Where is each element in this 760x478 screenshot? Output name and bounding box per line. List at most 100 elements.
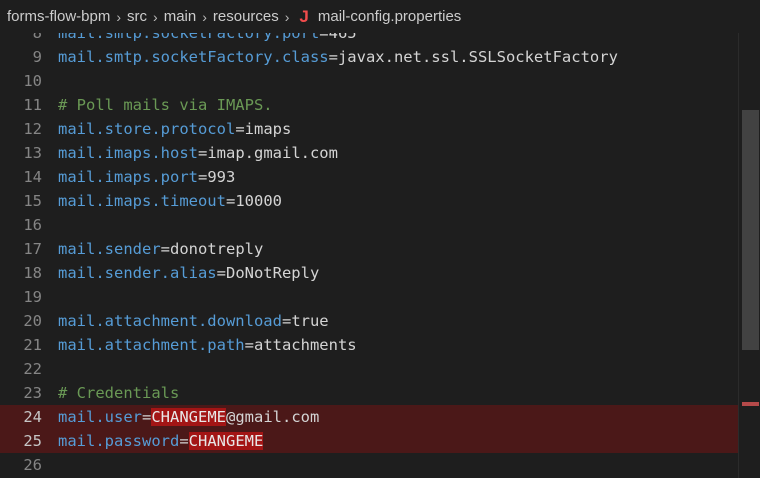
code-line[interactable]: 11 # Poll mails via IMAPS. <box>0 93 738 117</box>
code-line[interactable]: 26 <box>0 453 738 477</box>
comment-text: # Poll mails via IMAPS. <box>58 96 273 114</box>
line-number: 26 <box>23 456 42 474</box>
property-value: imaps <box>244 120 292 138</box>
equals-sign: = <box>160 240 170 258</box>
property-key: mail.password <box>58 432 180 450</box>
line-number: 19 <box>23 288 42 306</box>
property-key: mail.imaps.host <box>58 144 198 162</box>
property-value: 10000 <box>235 192 282 210</box>
equals-sign: = <box>179 432 189 450</box>
breadcrumb-segment-project[interactable]: forms-flow-bpm <box>7 8 110 25</box>
line-number: 25 <box>23 432 42 450</box>
property-value: javax.net.ssl.SSLSocketFactory <box>337 48 618 66</box>
property-value: donotreply <box>170 240 264 258</box>
line-code: mail.attachment.path=attachments <box>58 336 357 354</box>
scrollbar-thumb[interactable] <box>742 110 759 350</box>
line-code: mail.user=CHANGEME@gmail.com <box>58 408 319 426</box>
equals-sign: = <box>244 336 254 354</box>
code-line[interactable]: 22 <box>0 357 738 381</box>
line-number: 18 <box>23 264 42 282</box>
property-key: mail.user <box>58 408 142 426</box>
highlighted-value: CHANGEME <box>151 408 226 426</box>
code-line[interactable]: 13 mail.imaps.host=imap.gmail.com <box>0 141 738 165</box>
line-code: mail.store.protocol=imaps <box>58 120 291 138</box>
line-code: mail.imaps.host=imap.gmail.com <box>58 144 338 162</box>
chevron-right-icon: › <box>284 8 290 25</box>
line-code: mail.sender=donotreply <box>58 240 263 258</box>
line-number: 24 <box>23 408 42 426</box>
line-code: # Poll mails via IMAPS. <box>58 96 273 114</box>
chevron-right-icon: › <box>202 8 207 25</box>
code-line[interactable]: 10 <box>0 69 738 93</box>
equals-sign: = <box>142 408 152 426</box>
equals-sign: = <box>328 48 338 66</box>
code-line[interactable]: 25 mail.password=CHANGEME <box>0 429 738 453</box>
vertical-scrollbar[interactable] <box>738 0 760 478</box>
property-key: mail.attachment.download <box>58 312 282 330</box>
equals-sign: = <box>216 264 226 282</box>
line-code: mail.imaps.port=993 <box>58 168 235 186</box>
line-number: 23 <box>23 384 42 402</box>
property-value: attachments <box>253 336 357 354</box>
code-line[interactable]: 12 mail.store.protocol=imaps <box>0 117 738 141</box>
code-line[interactable]: 16 <box>0 213 738 237</box>
comment-text: # Credentials <box>58 384 180 402</box>
line-code: mail.smtp.socketFactory.class=javax.net.… <box>58 48 618 66</box>
property-value: DoNotReply <box>225 264 320 282</box>
line-code: mail.sender.alias=DoNotReply <box>58 264 319 282</box>
property-key: mail.smtp.socketFactory.class <box>58 48 329 66</box>
code-line[interactable]: 14 mail.imaps.port=993 <box>0 165 738 189</box>
property-key: mail.sender <box>58 240 161 258</box>
chevron-right-icon: › <box>153 8 158 25</box>
code-line[interactable]: 20 mail.attachment.download=true <box>0 309 738 333</box>
code-editor[interactable]: 8 mail.smtp.socketFactory.port=465 9 mail.s… <box>0 21 738 478</box>
line-number: 12 <box>23 120 42 138</box>
equals-sign: = <box>197 168 208 186</box>
code-line[interactable]: 24 mail.user=CHANGEME@gmail.com <box>0 405 738 429</box>
line-number: 15 <box>23 192 42 210</box>
equals-sign: = <box>281 312 292 330</box>
line-code: # Credentials <box>58 384 179 402</box>
code-line[interactable]: 15 mail.imaps.timeout=10000 <box>0 189 738 213</box>
property-value: @gmail.com <box>226 408 320 426</box>
property-key: mail.attachment.path <box>58 336 245 354</box>
property-key: mail.imaps.timeout <box>58 192 226 210</box>
highlighted-value: CHANGEME <box>188 432 264 450</box>
property-value: imap.gmail.com <box>207 144 338 162</box>
line-number: 11 <box>23 96 42 114</box>
property-key: mail.store.protocol <box>58 120 236 138</box>
line-code: mail.password=CHANGEME <box>58 432 264 450</box>
line-number: 14 <box>23 168 42 186</box>
line-number: 20 <box>23 312 42 330</box>
line-number: 21 <box>23 336 42 354</box>
equals-sign: = <box>197 144 208 162</box>
code-line[interactable]: 19 <box>0 285 738 309</box>
property-value: true <box>291 312 329 330</box>
breadcrumb-segment-src[interactable]: src <box>127 8 147 25</box>
code-line[interactable]: 18 mail.sender.alias=DoNotReply <box>0 261 738 285</box>
equals-sign: = <box>235 120 245 138</box>
overview-ruler-change-marker <box>742 402 759 406</box>
breadcrumb: forms-flow-bpm › src › main › resources … <box>0 0 760 33</box>
equals-sign: = <box>225 192 236 210</box>
code-line[interactable]: 23 # Credentials <box>0 381 738 405</box>
line-number: 17 <box>23 240 42 258</box>
line-number: 22 <box>23 360 42 378</box>
code-line[interactable]: 17 mail.sender=donotreply <box>0 237 738 261</box>
code-line[interactable]: 21 mail.attachment.path=attachments <box>0 333 738 357</box>
chevron-right-icon: › <box>116 8 122 25</box>
breadcrumb-file-name[interactable]: mail-config.properties <box>318 8 461 25</box>
property-key: mail.sender.alias <box>58 264 217 282</box>
java-file-icon: J <box>299 6 309 26</box>
line-number: 13 <box>23 144 42 162</box>
code-line[interactable]: 9 mail.smtp.socketFactory.class=javax.net… <box>0 45 738 69</box>
line-code: mail.attachment.download=true <box>58 312 329 330</box>
property-value: 993 <box>207 168 236 186</box>
line-number: 16 <box>23 216 42 234</box>
property-key: mail.imaps.port <box>58 168 198 186</box>
line-code: mail.imaps.timeout=10000 <box>58 192 282 210</box>
breadcrumb-segment-main[interactable]: main <box>164 8 197 25</box>
line-number: 10 <box>23 72 42 90</box>
breadcrumb-segment-resources[interactable]: resources <box>213 8 279 25</box>
line-number: 9 <box>32 48 42 66</box>
